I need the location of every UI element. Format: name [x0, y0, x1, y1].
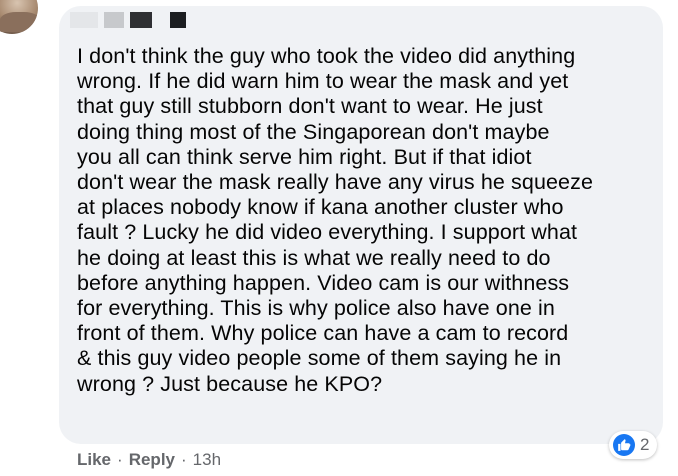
separator: · — [117, 450, 123, 469]
like-button[interactable]: Like — [77, 450, 111, 470]
reaction-summary[interactable]: 2 — [609, 431, 658, 459]
redaction-block — [130, 12, 152, 28]
redaction-block — [170, 12, 186, 28]
reaction-count: 2 — [640, 435, 650, 454]
comment-container: I don't think the guy who took the video… — [0, 0, 678, 476]
comment-text: I don't think the guy who took the video… — [77, 44, 594, 396]
redaction-block — [70, 12, 98, 28]
comment-timestamp[interactable]: 13h — [193, 450, 221, 470]
comment-actions: Like · Reply · 13h — [77, 450, 221, 470]
like-icon — [613, 434, 635, 456]
avatar[interactable] — [0, 0, 38, 34]
reply-button[interactable]: Reply — [129, 450, 175, 470]
author-name-redacted[interactable] — [70, 11, 186, 29]
redaction-block — [104, 12, 124, 28]
separator: · — [181, 450, 187, 469]
